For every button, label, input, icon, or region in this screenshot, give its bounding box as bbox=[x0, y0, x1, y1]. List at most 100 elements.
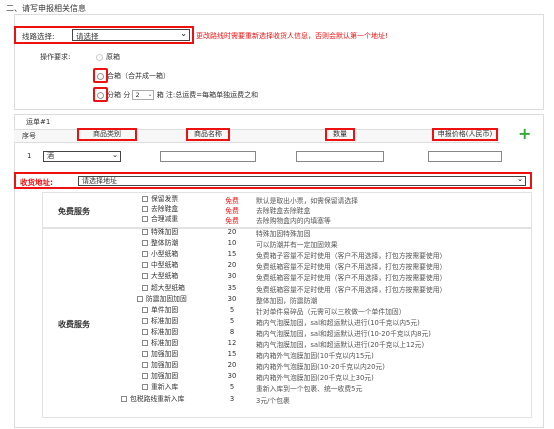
checkbox-icon[interactable] bbox=[142, 351, 148, 358]
service-price: 5 bbox=[229, 305, 235, 314]
split-count-select[interactable]: 2 ⌄ bbox=[132, 90, 155, 100]
radio-icon[interactable] bbox=[96, 53, 103, 61]
service-item[interactable]: 加强加固 bbox=[142, 350, 178, 358]
service-item[interactable]: 单件加固 bbox=[142, 306, 178, 314]
service-name: 去除鞋盒 bbox=[151, 205, 179, 213]
add-row-button[interactable]: + bbox=[518, 126, 531, 142]
radio-icon[interactable] bbox=[97, 72, 104, 80]
checkbox-icon[interactable] bbox=[142, 373, 148, 380]
service-name: 防震加固加固 bbox=[146, 294, 187, 303]
chevron-down-icon: ⌄ bbox=[180, 29, 187, 38]
option-original-box[interactable]: 原箱 bbox=[96, 52, 120, 62]
checkbox-icon[interactable] bbox=[142, 196, 148, 202]
row-number: 1 bbox=[27, 152, 32, 160]
service-description: 去除鞋盒去除鞋盒 bbox=[256, 207, 311, 215]
checkbox-icon[interactable] bbox=[142, 206, 148, 212]
quantity-input[interactable] bbox=[296, 151, 384, 162]
service-price: 30 bbox=[227, 372, 237, 381]
option-merge-box[interactable]: 合箱（合并成一箱） bbox=[97, 71, 170, 81]
order-title: 运单#1 bbox=[26, 118, 51, 126]
checkbox-icon[interactable] bbox=[142, 251, 148, 258]
checkbox-icon[interactable] bbox=[142, 340, 148, 346]
checkbox-icon[interactable] bbox=[142, 384, 148, 391]
checkbox-icon[interactable] bbox=[142, 328, 148, 335]
address-selected-value: 请选择地址 bbox=[82, 177, 117, 185]
service-item[interactable]: 特殊加固 bbox=[142, 228, 178, 236]
route-note: 更改路线时需要重新选择收货人信息，否则会默认第一个地址! bbox=[196, 32, 388, 40]
header-category: 商品类别 bbox=[77, 128, 137, 141]
service-item[interactable]: 中型纸箱 bbox=[142, 261, 178, 269]
checkbox-icon[interactable] bbox=[142, 284, 148, 291]
service-description: 3元/个包裹 bbox=[256, 396, 290, 405]
service-description: 针对单件易碎品（元需可以三枚做一个单件加固） bbox=[256, 307, 406, 316]
service-price: 免费 bbox=[225, 217, 239, 225]
service-item[interactable]: 去除鞋盒 bbox=[142, 205, 178, 213]
option-original-label: 原箱 bbox=[106, 53, 120, 61]
checkbox-icon[interactable] bbox=[142, 240, 148, 247]
checkbox-icon[interactable] bbox=[137, 295, 143, 302]
declared-price-input[interactable] bbox=[428, 151, 502, 162]
checkbox-icon[interactable] bbox=[142, 306, 148, 313]
service-item[interactable]: 标准加固 bbox=[142, 328, 178, 336]
service-description: 重新入库到一个包裹、统一收费5元 bbox=[256, 385, 363, 394]
route-label: 线路选择: bbox=[22, 32, 55, 41]
service-price: 30 bbox=[227, 294, 237, 303]
option-split-box[interactable]: 分箱 分 2 ⌄ 箱 注:总运费=每箱单独运费之和 bbox=[97, 90, 258, 100]
address-select[interactable]: 请选择地址 ⌄ bbox=[78, 175, 526, 186]
service-name: 加强加固 bbox=[151, 350, 179, 359]
checkbox-icon[interactable] bbox=[121, 395, 127, 402]
service-price: 20 bbox=[227, 361, 237, 370]
service-name: 包税路线重新入库 bbox=[130, 394, 185, 403]
option-merge-label: 合箱（合并成一箱） bbox=[107, 72, 170, 80]
address-row: 收货地址: 请选择地址 ⌄ bbox=[14, 172, 532, 189]
service-item[interactable]: 防震加固加固 bbox=[137, 295, 187, 303]
chevron-down-icon: ⌄ bbox=[517, 175, 523, 183]
checkbox-icon[interactable] bbox=[142, 362, 148, 369]
free-services-title: 免费服务 bbox=[58, 207, 90, 216]
service-price: 35 bbox=[227, 283, 237, 292]
service-name: 重新入库 bbox=[151, 383, 179, 392]
service-item[interactable]: 标准加固 bbox=[142, 317, 178, 325]
service-price: 10 bbox=[227, 239, 237, 248]
service-price: 3 bbox=[229, 394, 235, 403]
category-select[interactable]: 酒 ⌄ bbox=[43, 151, 121, 162]
checkbox-icon[interactable] bbox=[142, 273, 148, 280]
operation-label: 操作要求: bbox=[40, 53, 71, 61]
checkbox-icon[interactable] bbox=[142, 262, 148, 269]
checkbox-icon[interactable] bbox=[142, 317, 148, 324]
service-item[interactable]: 包税路线重新入库 bbox=[121, 395, 184, 403]
product-name-input[interactable] bbox=[160, 151, 256, 162]
route-select[interactable]: 请选择 ⌄ bbox=[72, 29, 190, 41]
chevron-down-icon: ⌄ bbox=[112, 151, 118, 159]
route-row: 线路选择: 请选择 ⌄ bbox=[14, 26, 194, 44]
paid-services-title: 收费服务 bbox=[58, 320, 90, 329]
service-item[interactable]: 整体防潮 bbox=[142, 239, 178, 247]
service-item[interactable]: 加强加固 bbox=[142, 361, 178, 369]
address-label: 收货地址: bbox=[20, 178, 53, 187]
service-description: 免费纸箱容量不足时使用（客户不用选择，打包方按需要使用） bbox=[256, 263, 447, 272]
service-price: 5 bbox=[229, 383, 235, 392]
service-item[interactable]: 超大型纸箱 bbox=[142, 284, 185, 292]
service-description: 特殊加固特殊加固 bbox=[256, 230, 311, 238]
radio-icon[interactable] bbox=[97, 91, 104, 99]
service-description: 箱内气泡膜加固，sal和超运默认进行(10-20千克以内8元) bbox=[256, 329, 431, 338]
service-item[interactable]: 重新入库 bbox=[142, 383, 178, 391]
service-description: 箱内气泡膜加固，sal和超运默认进行(10千克以内5元) bbox=[256, 318, 420, 327]
checkbox-icon[interactable] bbox=[142, 216, 148, 222]
route-selected-value: 请选择 bbox=[76, 32, 99, 41]
service-description: 去除购物盒内的内填塞等 bbox=[256, 217, 331, 225]
header-name: 商品名称 bbox=[186, 128, 230, 141]
service-name: 小型纸箱 bbox=[151, 250, 179, 259]
service-item[interactable]: 合理减重 bbox=[142, 215, 178, 223]
service-item[interactable]: 加强加固 bbox=[142, 372, 178, 380]
service-item[interactable]: 保留发票 bbox=[142, 195, 178, 203]
service-item[interactable]: 大型纸箱 bbox=[142, 272, 178, 280]
service-name: 特殊加固 bbox=[151, 228, 179, 236]
service-price: 20 bbox=[227, 261, 237, 270]
split-count-value: 2 bbox=[135, 91, 140, 99]
service-name: 单件加固 bbox=[151, 305, 179, 314]
service-item[interactable]: 小型纸箱 bbox=[142, 250, 178, 258]
service-description: 可以防潮并有一定加固效果 bbox=[256, 241, 338, 250]
checkbox-icon[interactable] bbox=[142, 229, 148, 235]
service-item[interactable]: 标准加固 bbox=[142, 339, 178, 347]
